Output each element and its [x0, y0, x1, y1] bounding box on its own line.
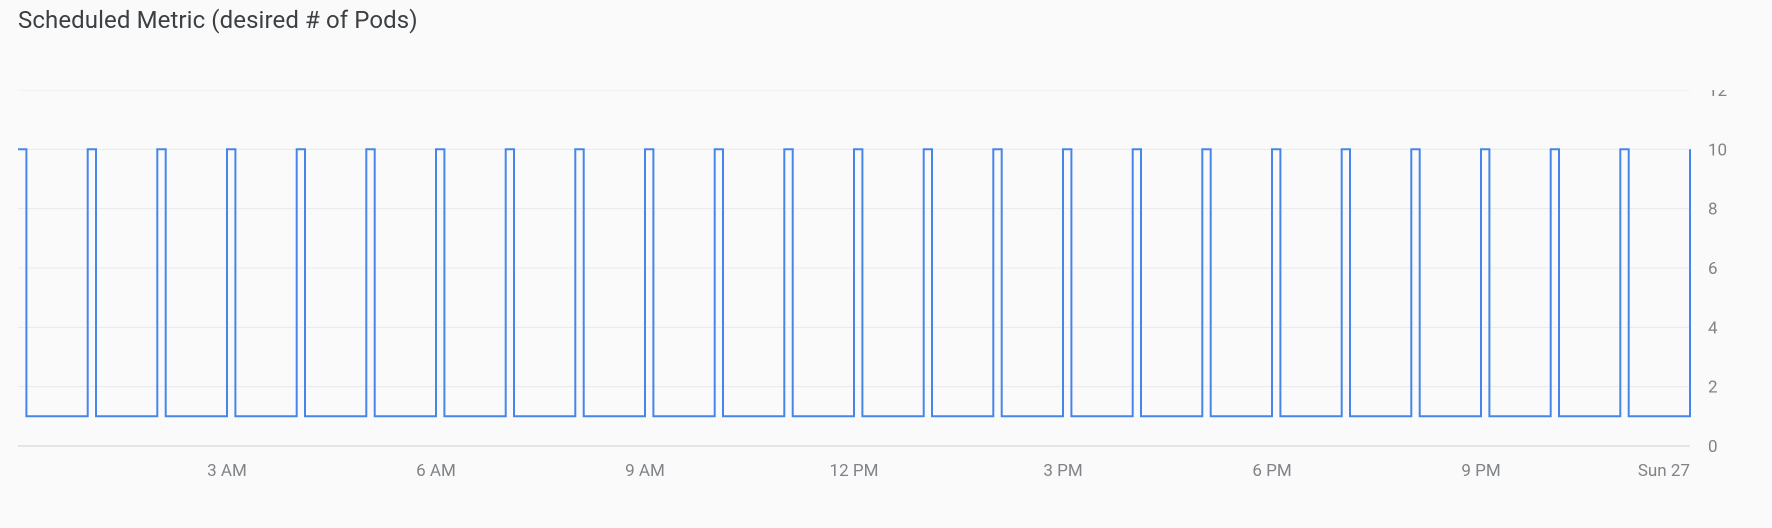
- svg-text:6 AM: 6 AM: [416, 461, 456, 481]
- svg-text:8: 8: [1708, 200, 1718, 220]
- svg-text:2: 2: [1708, 378, 1718, 398]
- svg-text:Sun 27: Sun 27: [1638, 461, 1690, 481]
- chart-svg: 0 2 4 6 8 10 12 3 AM 6 AM 9 AM 12 PM 3 PM 6 PM 9 PM Su…: [18, 90, 1748, 510]
- svg-text:3 AM: 3 AM: [207, 461, 247, 481]
- series-desired-pods: [18, 149, 1690, 416]
- metric-chart-panel: Scheduled Metric (desired # of Pods) 0 2 4…: [0, 0, 1772, 528]
- chart-title: Scheduled Metric (desired # of Pods): [18, 6, 1748, 34]
- svg-text:12 PM: 12 PM: [830, 461, 879, 481]
- svg-text:10: 10: [1708, 140, 1727, 160]
- x-axis-ticks: 3 AM 6 AM 9 AM 12 PM 3 PM 6 PM 9 PM Sun 27: [207, 461, 1690, 481]
- chart-plot-area[interactable]: 0 2 4 6 8 10 12 3 AM 6 AM 9 AM 12 PM 3 PM 6 PM 9 PM Su…: [18, 90, 1748, 510]
- svg-text:3 PM: 3 PM: [1043, 461, 1082, 481]
- svg-text:6: 6: [1708, 259, 1718, 279]
- svg-text:6 PM: 6 PM: [1252, 461, 1291, 481]
- svg-text:0: 0: [1708, 437, 1718, 457]
- svg-text:12: 12: [1708, 90, 1727, 101]
- y-axis-ticks: 0 2 4 6 8 10 12: [1708, 90, 1727, 457]
- svg-text:9 PM: 9 PM: [1461, 461, 1500, 481]
- svg-text:4: 4: [1708, 318, 1718, 338]
- svg-text:9 AM: 9 AM: [625, 461, 665, 481]
